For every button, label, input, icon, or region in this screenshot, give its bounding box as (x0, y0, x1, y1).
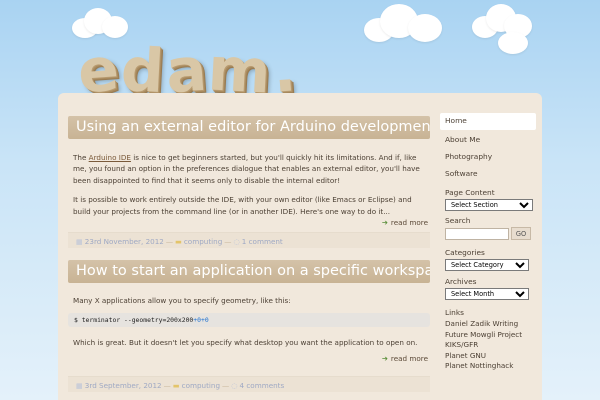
search-form: GO (445, 227, 536, 240)
link-future-mowgli-project[interactable]: Future Mowgli Project (445, 330, 536, 341)
post-paragraph: The Arduino IDE is nice to get beginners… (73, 152, 425, 186)
cloud-middle (358, 4, 446, 44)
nav-item-photography[interactable]: Photography (440, 149, 536, 166)
code-number: +0 (193, 316, 201, 325)
logo-letter: m (206, 34, 273, 108)
categories-heading: Categories (445, 248, 485, 257)
folder-icon: ▬ (172, 380, 180, 390)
post-paragraph: Which is great. But it doesn't let you s… (73, 338, 418, 348)
page-content-select[interactable]: Select Section (445, 199, 533, 211)
link-planet-gnu[interactable]: Planet GNU (445, 351, 536, 362)
categories-select[interactable]: Select Category (445, 259, 529, 271)
post-paragraph: It is possible to work entirely outside … (73, 195, 412, 216)
read-more-label: read more (390, 218, 428, 228)
post-meta: ▦ 23rd November, 2012— ▬ computing — ◌ 1 comme… (68, 232, 430, 249)
link-planet-nottinghack[interactable]: Planet Nottinghack (445, 361, 536, 372)
cloud-right (468, 4, 534, 56)
separator: — (222, 380, 230, 390)
read-more-label: read more (390, 353, 428, 363)
site-logo[interactable]: e d a m . (75, 34, 298, 108)
page-container: Using an external editor for Arduino dev… (58, 93, 542, 400)
sidebar: Home About Me Photography Software Page … (440, 113, 536, 372)
code-block: $ terminator --geometry=200x200+0+0 (68, 313, 430, 328)
archives-heading: Archives (445, 277, 477, 286)
post-paragraph: Many X applications allow you to specify… (73, 296, 291, 305)
comment-icon: ◌ (233, 237, 240, 247)
search-go-button[interactable]: GO (511, 227, 531, 240)
read-more-link[interactable]: ➔ read more (68, 354, 430, 363)
post: How to start an application on a specifi… (68, 260, 430, 392)
arrow-icon: ➔ (381, 218, 388, 228)
logo-letter: . (270, 35, 298, 107)
nav-item-software[interactable]: Software (440, 166, 536, 183)
nav-item-about-me[interactable]: About Me (440, 132, 536, 149)
logo-letter: a (163, 34, 209, 108)
logo-letter: e (75, 34, 122, 108)
post-date: 23rd November, 2012 (84, 237, 164, 247)
logo-letter: d (118, 34, 166, 108)
search-heading: Search (445, 216, 471, 225)
separator: — (165, 237, 174, 247)
post-title[interactable]: How to start an application on a specifi… (68, 260, 430, 283)
links-list: Daniel Zadik Writing Future Mowgli Proje… (445, 319, 536, 372)
cloud-left (68, 8, 130, 38)
post: Using an external editor for Arduino dev… (68, 116, 430, 249)
code-number: +0 (200, 316, 209, 325)
page-content-heading: Page Content (445, 188, 495, 197)
link-daniel-zadik-writing[interactable]: Daniel Zadik Writing (445, 319, 536, 330)
read-more-link[interactable]: ➔ read more (68, 218, 430, 227)
calendar-icon: ▦ (76, 237, 83, 247)
nav-item-home[interactable]: Home (440, 113, 536, 130)
calendar-icon: ▦ (76, 380, 83, 390)
post-comments[interactable]: 1 comment (242, 237, 283, 246)
arrow-icon: ➔ (381, 353, 388, 363)
post-date: 3rd September, 2012 (84, 380, 162, 390)
post-meta: ▦ 3rd September, 2012— ▬ computing — ◌ 4 comme… (68, 375, 430, 392)
post-comments[interactable]: 4 comments (240, 381, 285, 390)
comment-icon: ◌ (231, 380, 238, 390)
arduino-ide-link[interactable]: Arduino IDE (89, 153, 131, 162)
separator: — (224, 237, 232, 247)
link-kiks-gfr[interactable]: KIKS/GFR (445, 340, 536, 351)
post-body: Many X applications allow you to specify… (68, 295, 430, 306)
folder-icon: ▬ (175, 237, 182, 247)
search-input[interactable] (445, 227, 509, 240)
post-body: The Arduino IDE is nice to get beginners… (68, 152, 430, 217)
archives-select[interactable]: Select Month (445, 288, 529, 300)
text: The (73, 153, 89, 162)
separator: — (163, 380, 171, 390)
post-body: Which is great. But it doesn't let you s… (68, 337, 430, 348)
code-text: $ terminator --geometry=200x200 (74, 316, 194, 325)
post-title[interactable]: Using an external editor for Arduino dev… (68, 116, 430, 139)
post-category[interactable]: computing (184, 237, 222, 246)
links-heading: Links (445, 308, 464, 317)
post-category[interactable]: computing (182, 381, 220, 390)
